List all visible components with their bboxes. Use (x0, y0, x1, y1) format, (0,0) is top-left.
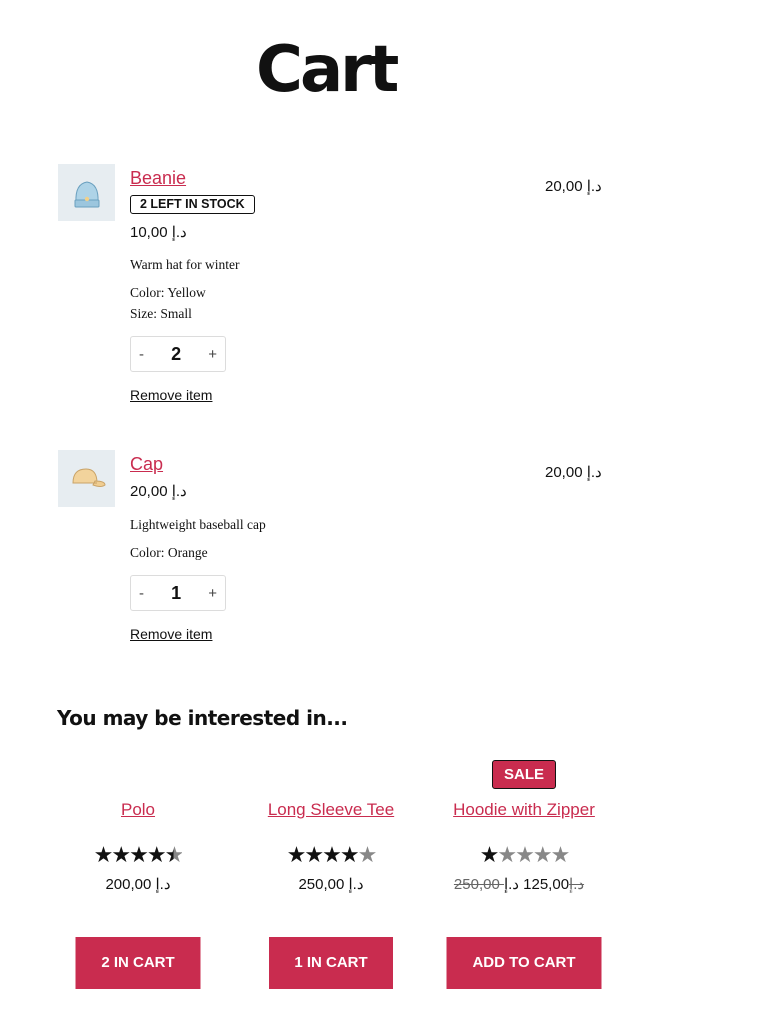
cap-icon (71, 467, 106, 487)
line-total: 20,00 د.إ (545, 178, 602, 195)
item-description: Lightweight baseball cap (130, 517, 266, 532)
unit-price: 10,00 د.إ (130, 224, 187, 241)
item-name-link[interactable]: Cap (130, 454, 480, 474)
add-to-cart-button[interactable]: 1 IN CART (269, 937, 393, 989)
star-rating: ★★★★★ (236, 844, 426, 866)
item-description: Warm hat for winter (130, 257, 240, 272)
item-name-link[interactable]: Beanie (130, 168, 480, 188)
star-icon: ★ (550, 842, 571, 867)
star-icon: ★ (129, 842, 149, 867)
page-title: Cart (256, 33, 399, 107)
add-to-cart-button[interactable]: 2 IN CART (75, 937, 201, 989)
beanie-thumbnail[interactable] (58, 164, 115, 221)
price-current: 125,00 د.إ (503, 876, 570, 893)
add-to-cart-button[interactable]: ADD TO CART (446, 937, 602, 989)
unit-price: 20,00 د.إ (130, 483, 187, 500)
quantity-stepper: - 1 + (130, 575, 226, 611)
section-heading: You may be interested in... (57, 706, 348, 730)
star-icon: ★ (515, 842, 535, 867)
product-name-link[interactable]: Hoodie with Zipper (429, 800, 619, 820)
star-icon: ★ (479, 842, 500, 867)
quantity-increase-button[interactable]: + (208, 585, 217, 602)
star-icon: ★ (304, 842, 324, 867)
item-attribute-color: Color: Yellow (130, 285, 206, 300)
stock-badge: 2 LEFT IN STOCK (130, 195, 255, 214)
product-name-link[interactable]: Polo (43, 800, 233, 820)
product-price: 250,00 د.إ (236, 875, 426, 893)
remove-item-link[interactable]: Remove item (130, 626, 212, 642)
product-price: 200,00 د.إ (43, 875, 233, 893)
quantity-decrease-button[interactable]: - (139, 346, 144, 363)
item-attribute-color: Color: Orange (130, 545, 208, 560)
item-attribute-size: Size: Small (130, 306, 192, 321)
star-icon: ★ (532, 842, 553, 867)
quantity-decrease-button[interactable]: - (139, 585, 144, 602)
sale-badge: SALE (491, 760, 557, 789)
quantity-value[interactable]: 1 (171, 583, 181, 604)
star-icon: ★ (146, 842, 167, 867)
star-icon: ★ (339, 842, 360, 867)
quantity-increase-button[interactable]: + (208, 346, 217, 363)
star-icon: ★ (286, 842, 307, 867)
star-icon: ★ (93, 842, 114, 867)
line-total: 20,00 د.إ (545, 464, 602, 481)
remove-item-link[interactable]: Remove item (130, 387, 212, 403)
star-icon: ★ (164, 842, 185, 867)
star-icon: ★ (497, 842, 517, 867)
price-current: 250,00 د.إ (298, 876, 364, 893)
star-rating: ★★★★★ (429, 844, 619, 866)
star-icon: ★ (357, 842, 378, 867)
beanie-icon (74, 180, 99, 207)
star-icon: ★ (322, 842, 342, 867)
star-icon: ★ (111, 842, 131, 867)
cap-thumbnail[interactable] (58, 450, 115, 507)
product-price: 250,00 د.إ125,00 د.إ (429, 875, 619, 893)
quantity-value[interactable]: 2 (171, 344, 181, 365)
quantity-stepper: - 2 + (130, 336, 226, 372)
product-name-link[interactable]: Long Sleeve Tee (236, 800, 426, 820)
price-current: 200,00 د.إ (105, 876, 171, 893)
star-rating: ★★★★★ (43, 844, 233, 866)
